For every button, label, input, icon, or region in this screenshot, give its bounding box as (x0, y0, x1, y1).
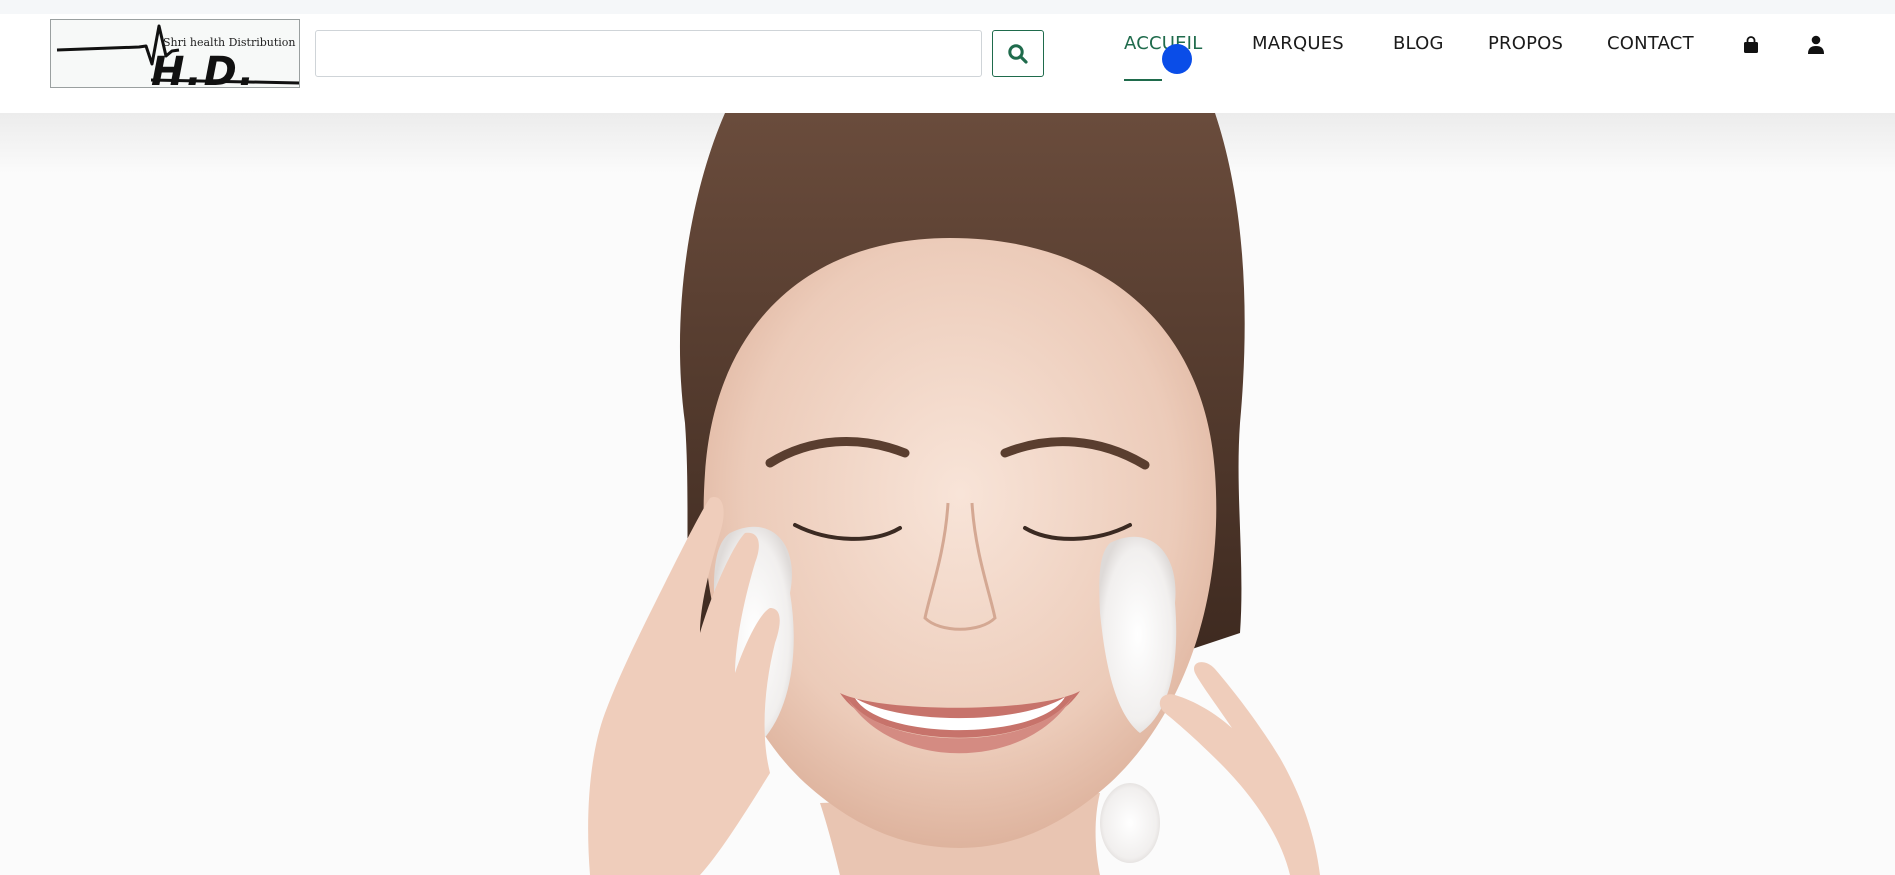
cart-button[interactable] (1739, 33, 1763, 57)
top-strip (0, 0, 1895, 14)
shopping-bag-icon (1744, 36, 1758, 53)
main-nav: ACCUEIL MARQUES BLOG PROPOS CONTACT (0, 32, 1895, 81)
cursor-indicator (1162, 44, 1192, 74)
nav-item-propos[interactable]: PROPOS (1488, 32, 1563, 56)
nav-item-contact[interactable]: CONTACT (1607, 32, 1694, 56)
site-header: Shri health Distribution H.D. ACCUEIL MA… (0, 14, 1895, 113)
user-icon (1808, 35, 1824, 54)
hero-woman-face-image (588, 113, 1320, 875)
nav-item-marques[interactable]: MARQUES (1252, 32, 1344, 56)
hero-banner (0, 113, 1895, 875)
active-nav-underline (1124, 79, 1162, 81)
nav-item-blog[interactable]: BLOG (1393, 32, 1444, 56)
account-button[interactable] (1804, 33, 1828, 57)
